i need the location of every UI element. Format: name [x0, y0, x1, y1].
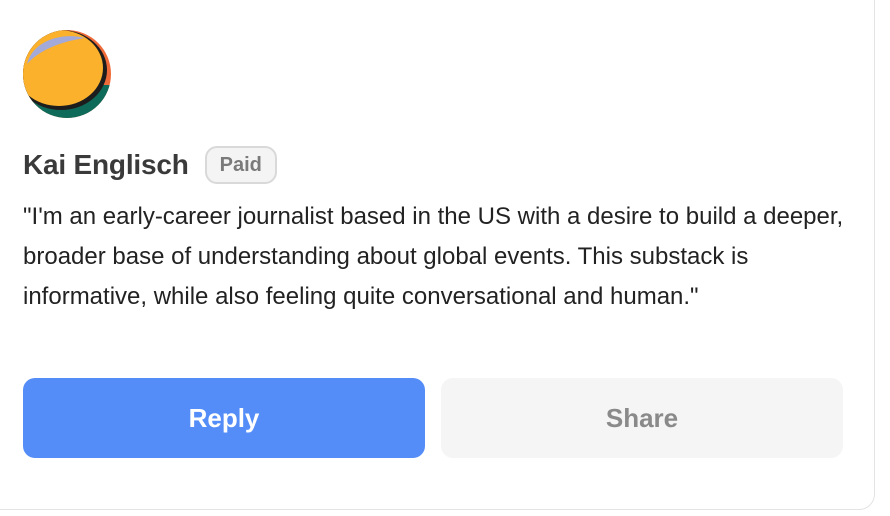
reply-button[interactable]: Reply — [23, 378, 425, 458]
avatar[interactable] — [23, 30, 111, 118]
avatar-icon — [23, 30, 111, 118]
paid-badge: Paid — [204, 146, 277, 184]
author-row: Kai Englisch Paid — [23, 143, 277, 187]
share-button[interactable]: Share — [441, 378, 843, 458]
testimonial-text: "I'm an early-career journalist based in… — [23, 203, 844, 310]
author-name[interactable]: Kai Englisch — [23, 149, 189, 181]
